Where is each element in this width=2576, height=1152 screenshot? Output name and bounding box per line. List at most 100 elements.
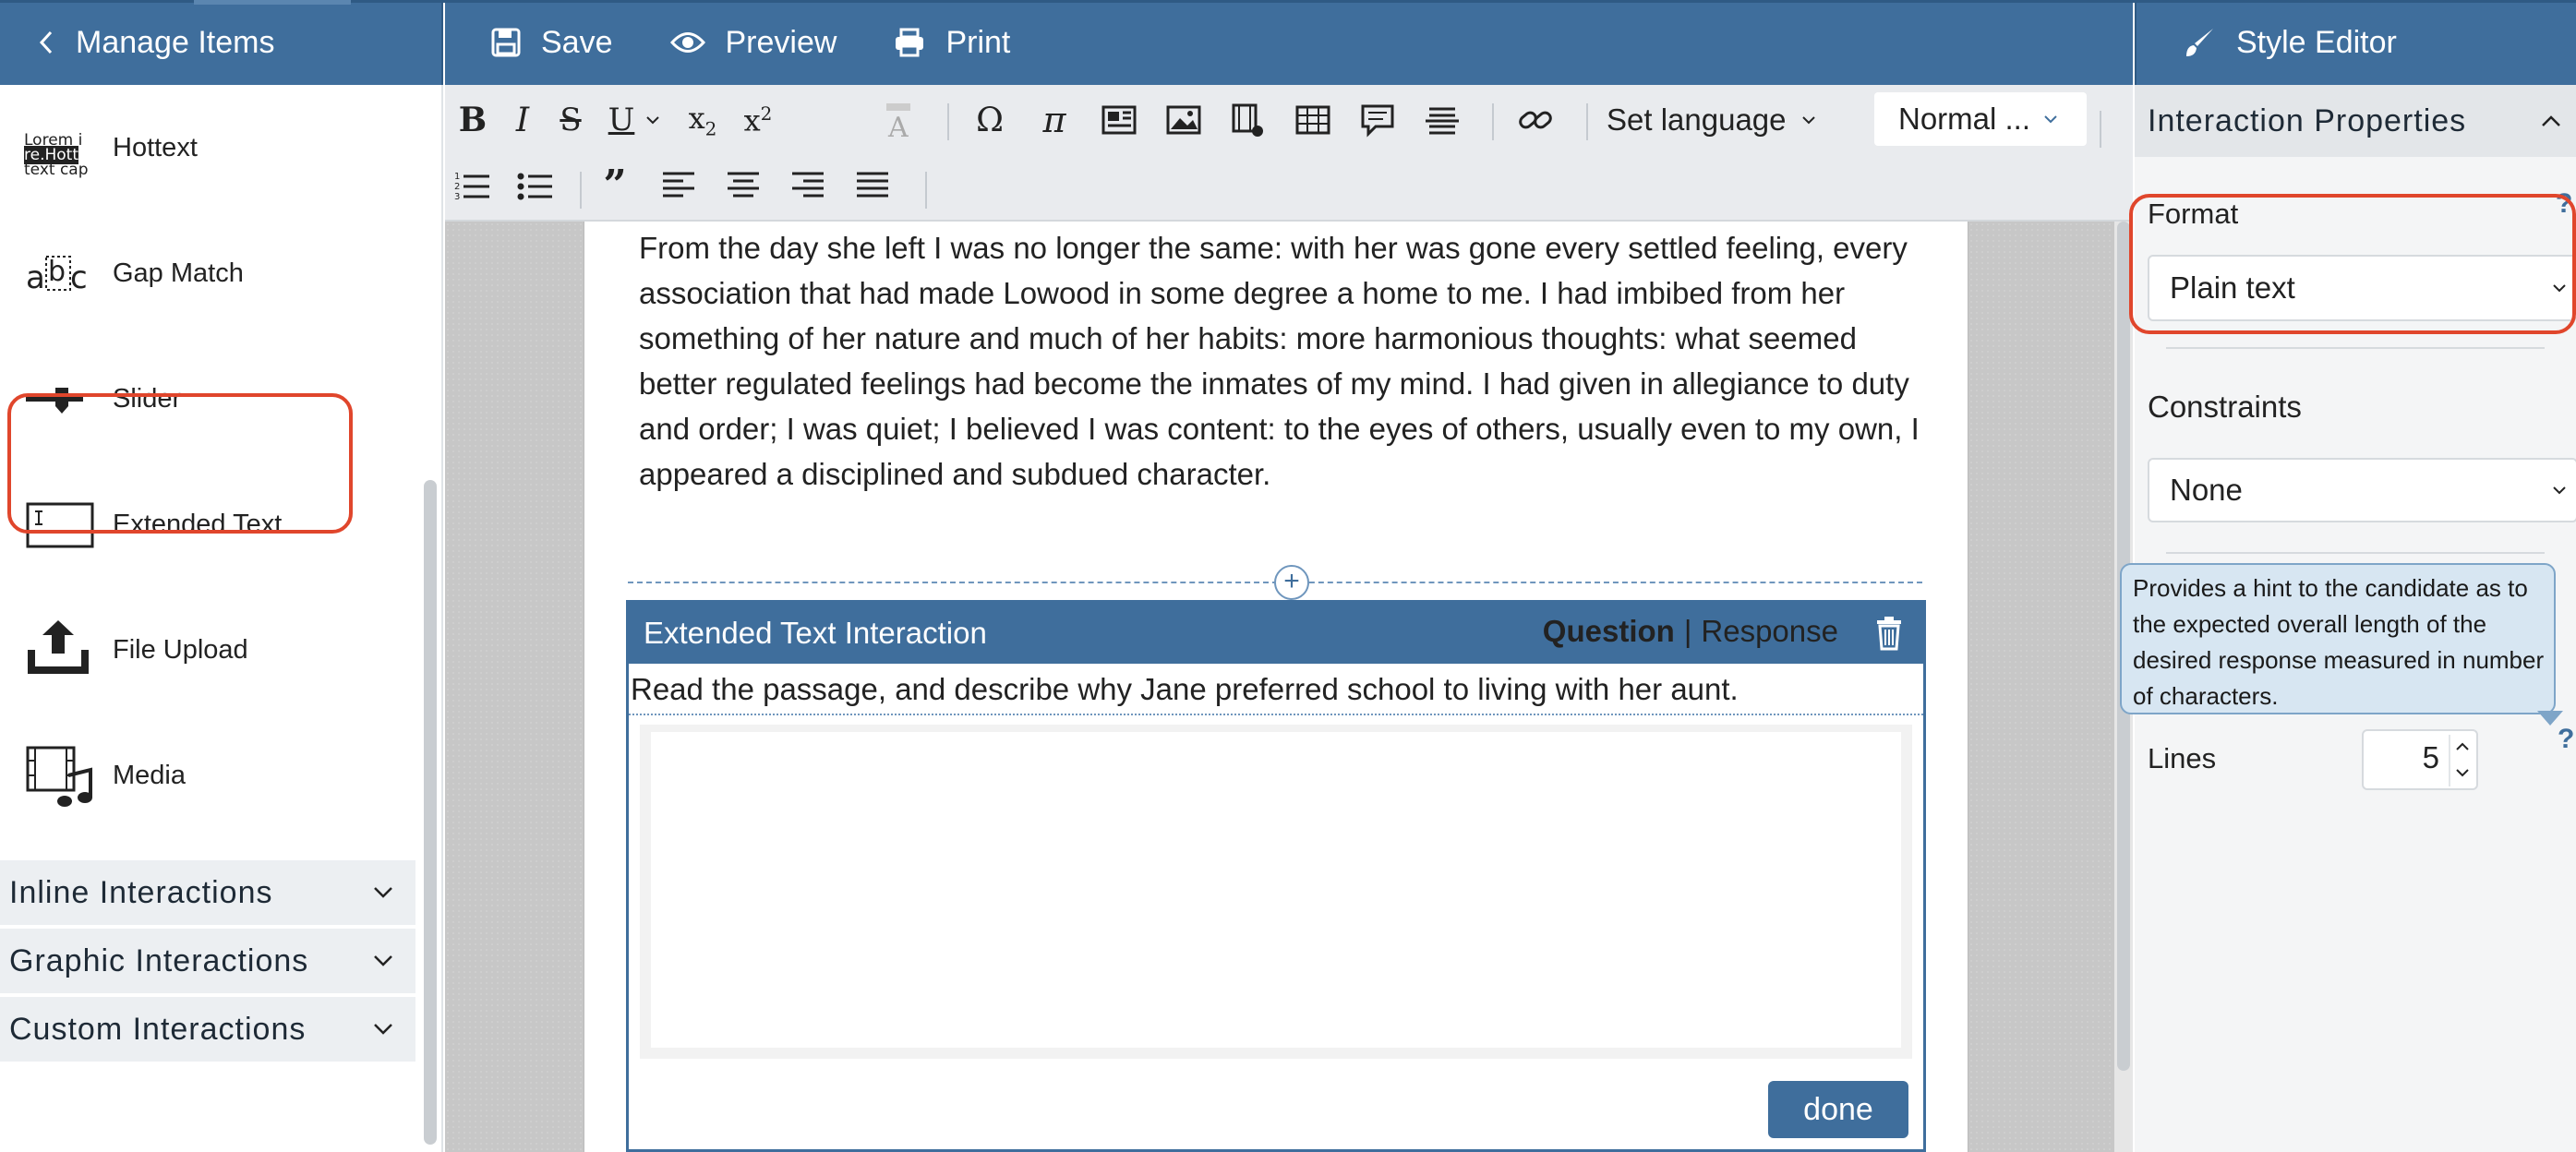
interaction-library-panel: Lorem i re.Hott text cap Hottext a b c G… <box>0 85 443 1152</box>
special-char-button[interactable]: Ω <box>971 100 1008 140</box>
strikethrough-button[interactable]: S <box>554 100 587 140</box>
sidebar-item-label: Media <box>113 760 186 790</box>
svg-text:A: A <box>887 112 909 140</box>
lines-help-icon[interactable]: ? <box>2558 724 2574 755</box>
align-center-icon[interactable] <box>726 170 761 201</box>
done-button[interactable]: done <box>1768 1081 1908 1138</box>
extended-text-highlight <box>7 393 353 534</box>
math-button[interactable]: π <box>1036 100 1073 140</box>
paragraph-style-dropdown[interactable]: Normal ... <box>1874 92 2087 146</box>
preview-button[interactable]: Preview <box>669 25 837 61</box>
style-editor-label: Style Editor <box>2236 24 2397 60</box>
chevron-down-icon <box>374 1024 392 1035</box>
add-block-button[interactable]: + <box>1274 565 1309 600</box>
hottext-icon: Lorem i re.Hott text cap <box>24 131 89 179</box>
align-justify-icon[interactable] <box>855 170 890 201</box>
omega-icon: Ω <box>976 101 1004 139</box>
constraints-label: Constraints <box>2148 390 2302 424</box>
save-icon <box>491 28 521 57</box>
file-upload-icon <box>28 620 89 674</box>
plus-icon: + <box>1283 566 1300 596</box>
interaction-prompt[interactable]: Read the passage, and describe why Jane … <box>629 666 1923 715</box>
svg-text:3: 3 <box>454 192 460 202</box>
paintbrush-icon <box>2186 29 2213 56</box>
chevron-down-icon <box>646 116 660 125</box>
chevron-down-icon <box>2044 115 2057 124</box>
toolbar-separator <box>947 103 949 140</box>
svg-text:1: 1 <box>454 172 460 182</box>
tooltip-tail <box>2537 711 2563 726</box>
response-tab[interactable]: Response <box>1701 614 1838 649</box>
chevron-down-icon <box>374 887 392 898</box>
interaction-properties-header[interactable]: Interaction Properties <box>2135 85 2576 157</box>
pi-icon: π <box>1042 100 1066 140</box>
tab-separator: | <box>1683 614 1692 648</box>
trash-icon[interactable] <box>1875 616 1903 651</box>
blockquote-button[interactable]: ” <box>598 162 632 209</box>
response-textarea[interactable] <box>640 725 1912 1059</box>
lines-stepper[interactable]: 5 <box>2362 729 2478 790</box>
sidebar-item-label: File Upload <box>113 634 248 665</box>
paragraph-style-label: Normal ... <box>1898 102 2031 136</box>
lines-value: 5 <box>2422 740 2439 774</box>
set-language-dropdown[interactable]: Set language <box>1607 98 1819 142</box>
media-icon <box>26 746 92 807</box>
print-button[interactable]: Print <box>894 25 1010 61</box>
horizontal-rule-icon[interactable] <box>1424 102 1461 138</box>
main-header-bar: Save Preview Print <box>445 0 2133 85</box>
printer-icon <box>896 28 924 57</box>
style-editor-button[interactable]: Style Editor <box>2183 25 2397 61</box>
quote-icon: ” <box>603 162 627 209</box>
underline-button[interactable]: U <box>602 100 667 140</box>
toolbar-separator <box>1586 103 1588 140</box>
question-tab[interactable]: Question <box>1543 614 1675 649</box>
chevron-down-icon <box>374 955 392 966</box>
bold-button[interactable]: B <box>456 100 489 140</box>
table-icon[interactable] <box>1294 102 1331 138</box>
group-custom-interactions[interactable]: Custom Interactions <box>0 997 415 1063</box>
sidebar-item-media[interactable]: Media <box>0 713 415 838</box>
group-graphic-interactions[interactable]: Graphic Interactions <box>0 929 415 995</box>
lines-label: Lines <box>2148 742 2217 774</box>
link-icon[interactable] <box>1516 102 1555 138</box>
italic-icon: I <box>515 101 530 139</box>
remove-format-icon[interactable]: A <box>881 100 918 140</box>
superscript-button[interactable]: x2 <box>735 100 781 140</box>
svg-text:a: a <box>26 259 45 296</box>
numbered-list-icon[interactable]: 123 <box>454 168 491 203</box>
sidebar-item-label: Hottext <box>113 132 198 162</box>
chevron-up-icon[interactable] <box>2452 737 2473 757</box>
image-icon[interactable] <box>1165 102 1202 138</box>
interaction-properties-title: Interaction Properties <box>2148 102 2467 138</box>
manage-items-back-button[interactable]: Manage Items <box>37 25 274 61</box>
align-left-icon[interactable] <box>661 170 696 201</box>
italic-button[interactable]: I <box>506 100 539 140</box>
chevron-down-icon[interactable] <box>2452 762 2473 783</box>
constraints-value: None <box>2170 473 2243 507</box>
video-icon[interactable] <box>1230 102 1267 138</box>
strikethrough-icon: S <box>560 102 582 138</box>
comment-icon[interactable] <box>1359 102 1396 138</box>
media-embed-icon[interactable] <box>1101 102 1138 138</box>
eye-icon <box>669 32 705 53</box>
align-right-icon[interactable] <box>790 170 825 201</box>
interaction-title: Extended Text Interaction <box>644 616 987 650</box>
sidebar-scrollbar[interactable] <box>424 480 437 1145</box>
sidebar-item-hottext[interactable]: Lorem i re.Hott text cap Hottext <box>0 85 415 210</box>
bullet-list-icon[interactable] <box>517 168 554 203</box>
question-response-toggle: Question | Response <box>1543 614 1838 649</box>
top-accent <box>194 0 351 5</box>
passage-text[interactable]: From the day she left I was no longer th… <box>639 225 1922 497</box>
manage-items-label: Manage Items <box>76 24 275 60</box>
toolbar-separator <box>2100 111 2101 148</box>
save-button[interactable]: Save <box>491 25 613 61</box>
svg-text:b: b <box>48 256 66 288</box>
divider <box>2166 347 2545 349</box>
sidebar-item-file-upload[interactable]: File Upload <box>0 587 415 713</box>
sidebar-item-gap-match[interactable]: a b c Gap Match <box>0 210 415 336</box>
subscript-button[interactable]: x2 <box>680 100 726 140</box>
constraints-select[interactable]: None <box>2148 458 2576 522</box>
group-inline-interactions[interactable]: Inline Interactions <box>0 860 415 927</box>
save-label: Save <box>541 24 613 60</box>
extended-text-interaction[interactable]: Extended Text Interaction Question | Res… <box>626 600 1926 1152</box>
